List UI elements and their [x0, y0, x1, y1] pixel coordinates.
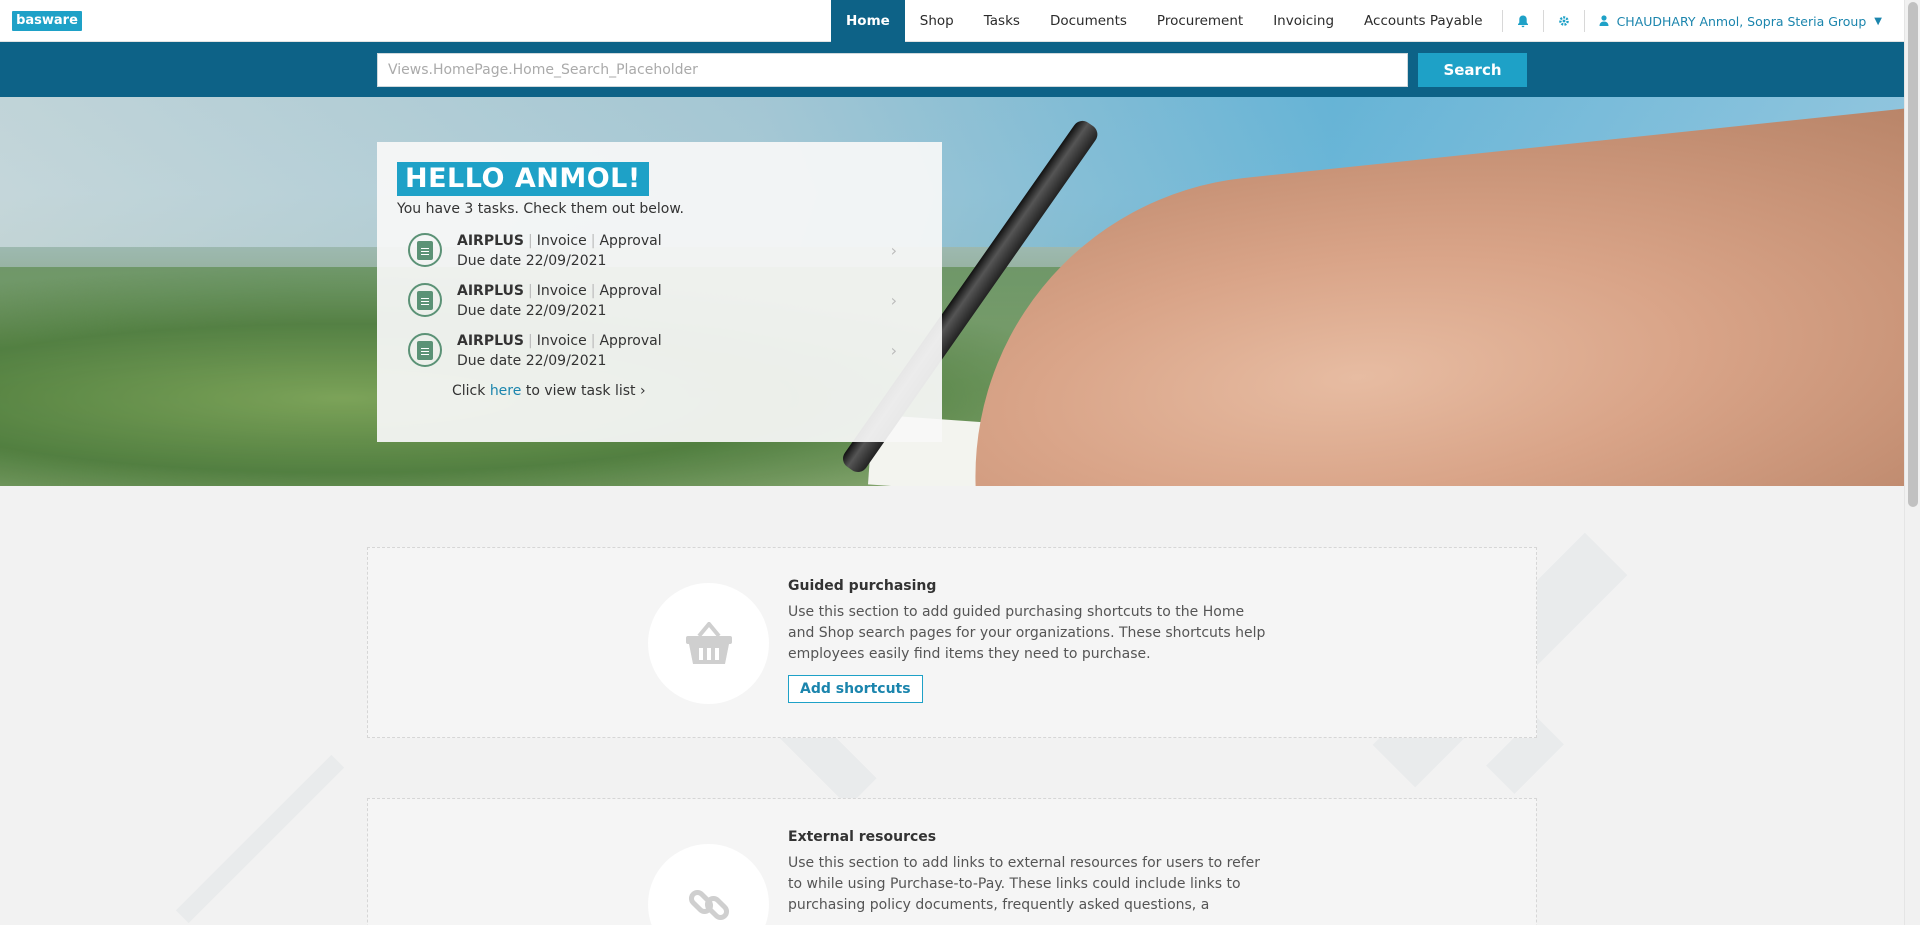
- chevron-right-icon: ›: [890, 241, 897, 260]
- decorative-shape: [175, 754, 345, 924]
- chevron-down-icon: ▼: [1874, 15, 1882, 27]
- add-shortcuts-button[interactable]: Add shortcuts: [788, 675, 923, 703]
- task-item[interactable]: AIRPLUS | Invoice | Approval Due date 22/09/…: [397, 331, 922, 381]
- nav-item-home[interactable]: Home: [831, 0, 905, 42]
- task-action: Approval: [599, 233, 662, 249]
- bell-icon[interactable]: [1507, 0, 1539, 42]
- task-supplier: AIRPLUS: [457, 283, 524, 299]
- nav-item-shop[interactable]: Shop: [905, 0, 969, 42]
- greeting-card: HELLO ANMOL! You have 3 tasks. Check the…: [377, 142, 942, 442]
- guided-purchasing-section: Guided purchasing Use this section to ad…: [367, 547, 1537, 738]
- main-menu: Home Shop Tasks Documents Procurement In…: [831, 0, 1888, 42]
- search-band: Search: [0, 42, 1904, 97]
- top-navigation-bar: basware Home Shop Tasks Documents Procur…: [0, 0, 1904, 42]
- document-icon: [408, 333, 442, 367]
- task-item[interactable]: AIRPLUS | Invoice | Approval Due date 22/09/…: [397, 231, 922, 281]
- greeting-title: HELLO ANMOL!: [397, 162, 649, 196]
- task-item[interactable]: AIRPLUS | Invoice | Approval Due date 22/09/…: [397, 281, 922, 331]
- gear-icon[interactable]: [1548, 0, 1580, 42]
- task-list: AIRPLUS | Invoice | Approval Due date 22/09/…: [397, 231, 922, 381]
- task-due-date: Due date 22/09/2021: [457, 253, 607, 269]
- nav-divider: [1583, 10, 1585, 32]
- nav-item-invoicing[interactable]: Invoicing: [1258, 0, 1349, 42]
- nav-item-documents[interactable]: Documents: [1035, 0, 1142, 42]
- nav-item-tasks[interactable]: Tasks: [969, 0, 1035, 42]
- task-action: Approval: [599, 333, 662, 349]
- task-type: Invoice: [536, 233, 587, 249]
- user-menu[interactable]: CHAUDHARY Anmol, Sopra Steria Group ▼: [1589, 0, 1888, 42]
- guided-purchasing-title: Guided purchasing: [788, 578, 937, 594]
- chevron-right-icon: ›: [890, 291, 897, 310]
- view-task-list-link[interactable]: here: [490, 383, 522, 399]
- document-icon: [408, 233, 442, 267]
- nav-item-procurement[interactable]: Procurement: [1142, 0, 1258, 42]
- task-type: Invoice: [536, 283, 587, 299]
- task-type: Invoice: [536, 333, 587, 349]
- basket-icon: [648, 583, 769, 704]
- task-due-date: Due date 22/09/2021: [457, 353, 607, 369]
- external-resources-section: External resources Use this section to a…: [367, 798, 1537, 925]
- external-resources-title: External resources: [788, 829, 937, 845]
- nav-divider: [1501, 10, 1503, 32]
- task-supplier: AIRPLUS: [457, 233, 524, 249]
- view-task-list-text: Click here to view task list ›: [452, 383, 646, 399]
- search-input[interactable]: [377, 53, 1408, 87]
- task-supplier: AIRPLUS: [457, 333, 524, 349]
- search-button[interactable]: Search: [1418, 53, 1527, 87]
- nav-divider: [1542, 10, 1544, 32]
- external-resources-description: Use this section to add links to externa…: [788, 855, 1260, 913]
- link-icon: [648, 844, 769, 925]
- hero-banner: [0, 97, 1904, 486]
- scrollbar-thumb[interactable]: [1908, 2, 1918, 507]
- document-icon: [408, 283, 442, 317]
- nav-item-accounts-payable[interactable]: Accounts Payable: [1349, 0, 1498, 42]
- guided-purchasing-description: Use this section to add guided purchasin…: [788, 604, 1266, 662]
- task-due-date: Due date 22/09/2021: [457, 303, 607, 319]
- greeting-subtitle: You have 3 tasks. Check them out below.: [397, 201, 684, 217]
- user-name: CHAUDHARY Anmol, Sopra Steria Group: [1616, 13, 1867, 29]
- user-icon: [1599, 14, 1609, 29]
- basware-logo[interactable]: basware: [12, 11, 82, 31]
- chevron-right-icon: ›: [890, 341, 897, 360]
- page-scrollbar[interactable]: [1904, 0, 1920, 925]
- task-action: Approval: [599, 283, 662, 299]
